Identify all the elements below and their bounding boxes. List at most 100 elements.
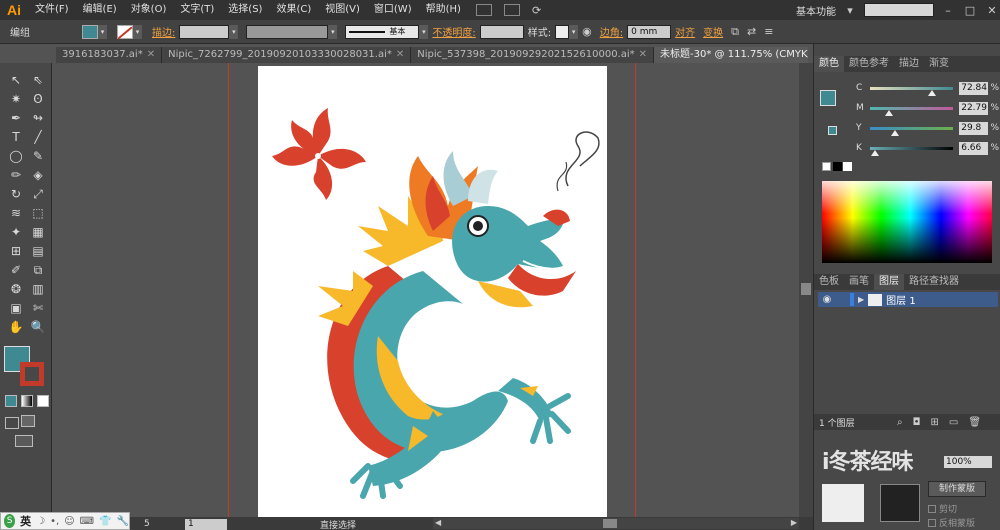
fill-swatch-control[interactable]	[82, 24, 98, 39]
out-of-gamut-swatch[interactable]	[828, 126, 837, 135]
clip-checkbox-box[interactable]	[928, 504, 936, 513]
shape-builder-icon[interactable]: ✦	[6, 223, 26, 241]
corner-field[interactable]: 0 mm	[627, 24, 672, 39]
align-link[interactable]: 对齐	[675, 24, 695, 39]
menu-view[interactable]: 视图(V)	[318, 0, 367, 20]
tab-pathfinder[interactable]: 路径查找器	[904, 274, 964, 290]
color-spectrum[interactable]	[822, 181, 992, 263]
symbol-sprayer-icon[interactable]: ❂	[6, 280, 26, 298]
moon-icon[interactable]: ☽	[36, 516, 45, 527]
slider-knob[interactable]	[885, 109, 894, 116]
wrench-icon[interactable]: 🔧	[117, 516, 129, 527]
white-color-swatch[interactable]	[843, 162, 852, 171]
dragon-artwork[interactable]	[258, 66, 607, 517]
tab-document-active[interactable]: 未标题-30* @ 111.75% (CMYK/预览)✕	[654, 47, 808, 63]
perspective-icon[interactable]: ▦	[28, 223, 48, 241]
slider-k[interactable]: K 6.66%	[856, 140, 999, 156]
black-color-swatch[interactable]	[833, 162, 842, 171]
gradient-icon[interactable]: ▤	[28, 242, 48, 260]
stroke-color-swatch[interactable]	[20, 362, 44, 386]
fill-dropdown-icon[interactable]: ▾	[98, 24, 107, 39]
slider-m[interactable]: M 22.79%	[856, 100, 999, 116]
slider-track[interactable]	[869, 86, 954, 96]
brush-dropdown-icon[interactable]: ▾	[419, 24, 429, 39]
workspace-switcher[interactable]: 基本功能	[796, 3, 836, 18]
invert-mask-checkbox-box[interactable]	[928, 518, 936, 527]
tab-swatches[interactable]: 色板	[814, 274, 844, 290]
menu-help[interactable]: 帮助(H)	[419, 0, 468, 20]
close-button[interactable]: ✕	[984, 4, 1000, 17]
slider-track[interactable]	[869, 106, 954, 116]
brush-definition-field[interactable]: 基本	[345, 24, 420, 39]
close-icon[interactable]: ✕	[639, 49, 647, 60]
style-dropdown-icon[interactable]: ▾	[569, 24, 579, 39]
artboard-navigation-field[interactable]: 1	[185, 519, 227, 530]
delete-layer-icon[interactable]: 🗑	[968, 417, 981, 428]
hand-icon[interactable]: ✋	[6, 318, 26, 336]
search-input[interactable]	[864, 3, 934, 17]
type-icon[interactable]: T	[6, 128, 26, 146]
layer-name[interactable]: 图层 1	[886, 292, 916, 307]
layer-row[interactable]: ◉ ▶ 图层 1	[818, 292, 998, 307]
tab-document-1[interactable]: 3916183037.ai* ✕	[56, 47, 163, 63]
slider-value-field[interactable]: 22.79	[959, 101, 989, 115]
pen-icon[interactable]: ✒	[6, 109, 26, 127]
menu-file[interactable]: 文件(F)	[28, 0, 76, 20]
slider-c[interactable]: C 72.84%	[856, 80, 999, 96]
isolate-group-icon[interactable]: ⧉	[731, 25, 739, 39]
menu-object[interactable]: 对象(O)	[124, 0, 174, 20]
zoom-icon[interactable]: 🔍	[28, 318, 48, 336]
menu-effect[interactable]: 效果(C)	[269, 0, 318, 20]
pencil-icon[interactable]: ✏	[6, 166, 26, 184]
eraser-icon[interactable]: ◈	[28, 166, 48, 184]
bridge-icon[interactable]	[475, 4, 492, 16]
tab-color[interactable]: 颜色	[814, 56, 844, 72]
opacity-field[interactable]	[479, 24, 524, 39]
opacity-field[interactable]: 100%	[944, 456, 992, 468]
draw-behind-icon[interactable]	[21, 415, 35, 427]
slice-icon[interactable]: ✄	[28, 299, 48, 317]
gpu-performance-icon[interactable]: ⟳	[532, 4, 541, 17]
stroke-weight-field[interactable]	[179, 24, 230, 39]
keyboard-icon[interactable]: ⌨	[80, 516, 94, 527]
slider-value-field[interactable]: 29.8	[959, 121, 989, 135]
make-mask-button[interactable]: 制作蒙版	[928, 481, 986, 497]
variable-width-dropdown-icon[interactable]: ▾	[328, 24, 338, 39]
skin-icon[interactable]: 👕	[99, 516, 111, 527]
rotate-icon[interactable]: ↻	[6, 185, 26, 203]
minimize-button[interactable]: –	[940, 4, 956, 17]
slider-track[interactable]	[869, 146, 954, 156]
selection-icon[interactable]: ↖	[6, 71, 26, 89]
slider-knob[interactable]	[891, 129, 900, 136]
slider-knob[interactable]	[871, 149, 880, 156]
punctuation-icon[interactable]: •,	[50, 516, 59, 527]
transform-link[interactable]: 变换	[703, 24, 723, 39]
artboard[interactable]	[258, 66, 607, 517]
scroll-left-icon[interactable]: ◀	[435, 518, 441, 527]
slider-value-field[interactable]: 6.66	[959, 141, 989, 155]
curvature-icon[interactable]: ↬	[28, 109, 48, 127]
locate-object-icon[interactable]: ⌕	[897, 417, 903, 428]
visibility-eye-icon[interactable]: ◉	[818, 294, 836, 305]
eyedropper-icon[interactable]: ✐	[6, 261, 26, 279]
direct-selection-icon[interactable]: ⇖	[28, 71, 48, 89]
stroke-weight-dropdown-icon[interactable]: ▾	[229, 24, 239, 39]
vertical-scrollbar[interactable]	[799, 63, 813, 517]
none-mode-icon[interactable]	[37, 395, 49, 407]
stroke-dropdown-icon[interactable]: ▾	[133, 24, 142, 39]
horizontal-scroll-thumb[interactable]	[603, 519, 617, 528]
menu-select[interactable]: 选择(S)	[221, 0, 269, 20]
stroke-link[interactable]: 描边:	[152, 24, 175, 39]
color-mode-icon[interactable]	[5, 395, 17, 407]
slider-track[interactable]	[869, 126, 954, 136]
invert-mask-checkbox[interactable]: 反相蒙版	[928, 516, 998, 529]
stroke-swatch-control[interactable]	[117, 24, 133, 40]
tab-document-3[interactable]: Nipic_537398_20190929202152610000.ai* ✕	[411, 47, 655, 63]
tab-layers[interactable]: 图层	[874, 274, 904, 290]
new-sublayer-icon[interactable]: ⊞	[931, 417, 939, 428]
tab-stroke[interactable]: 描边	[894, 56, 924, 72]
scroll-right-icon[interactable]: ▶	[791, 518, 797, 527]
lasso-icon[interactable]: ʘ	[28, 90, 48, 108]
variable-width-field[interactable]	[246, 24, 329, 39]
recolor-artwork-icon[interactable]: ◉	[582, 25, 592, 38]
